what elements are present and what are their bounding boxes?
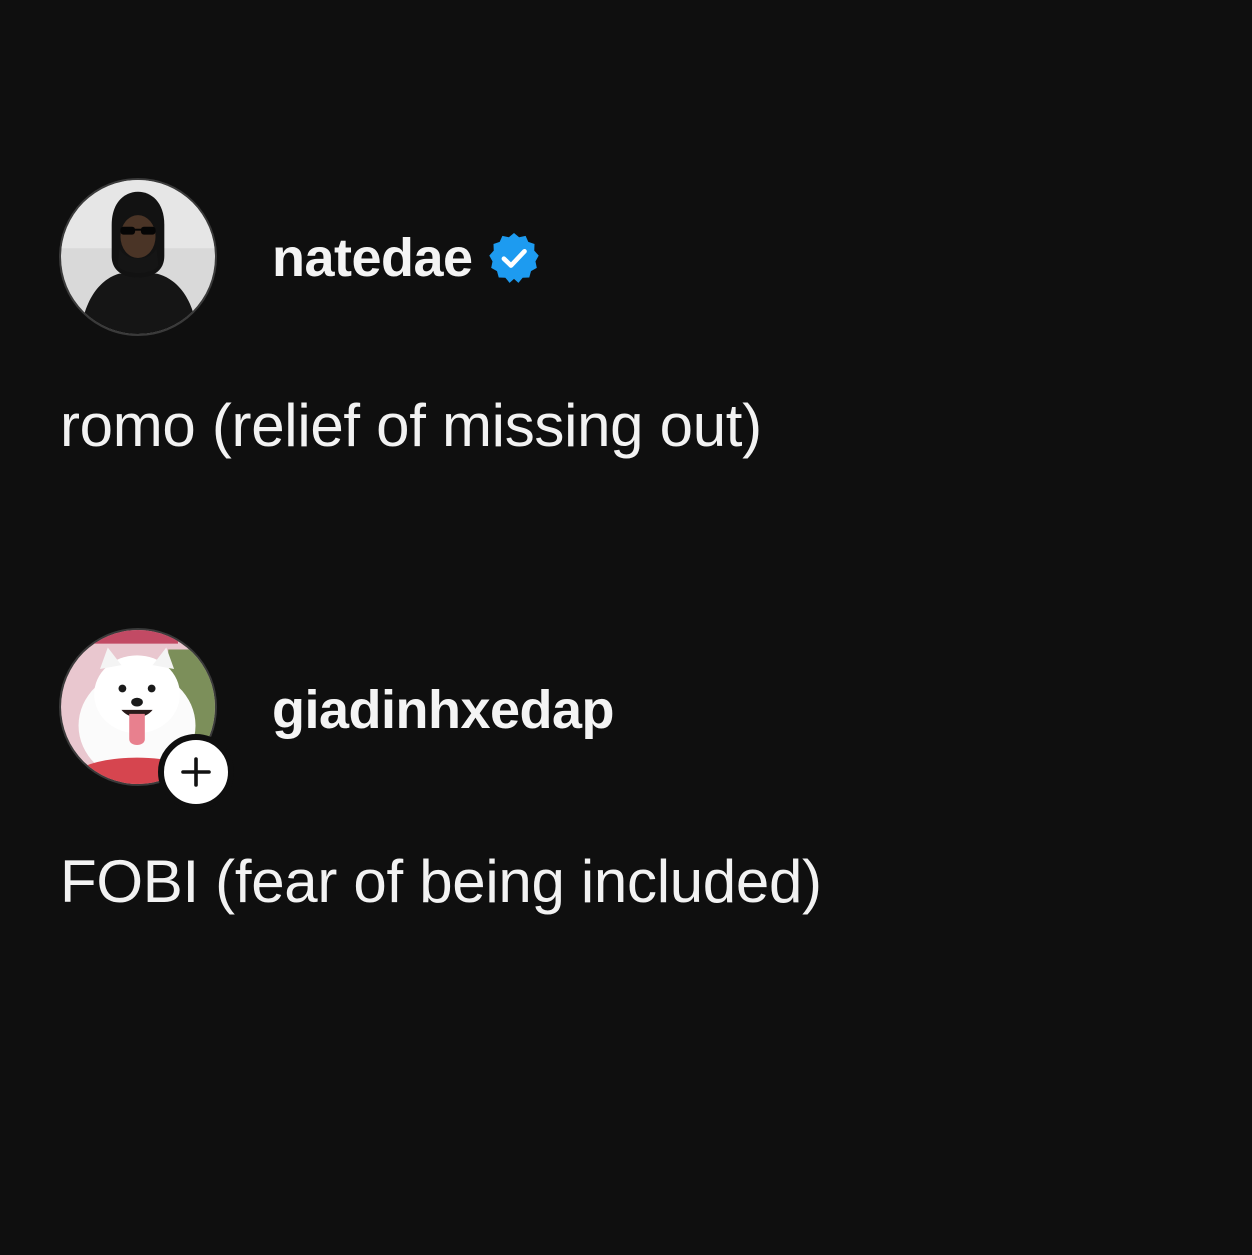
follow-button[interactable] bbox=[158, 734, 234, 810]
username[interactable]: natedae bbox=[272, 226, 473, 290]
comment-text: FOBI (fear of being included) bbox=[60, 848, 822, 915]
avatar[interactable] bbox=[59, 178, 217, 336]
person-avatar-icon bbox=[61, 180, 215, 334]
verified-badge-icon bbox=[487, 231, 541, 285]
username-row: natedae bbox=[272, 226, 541, 290]
plus-icon bbox=[181, 757, 211, 787]
username[interactable]: giadinhxedap bbox=[272, 678, 615, 742]
comment-text: romo (relief of missing out) bbox=[60, 392, 762, 459]
username-row: giadinhxedap bbox=[272, 678, 615, 742]
